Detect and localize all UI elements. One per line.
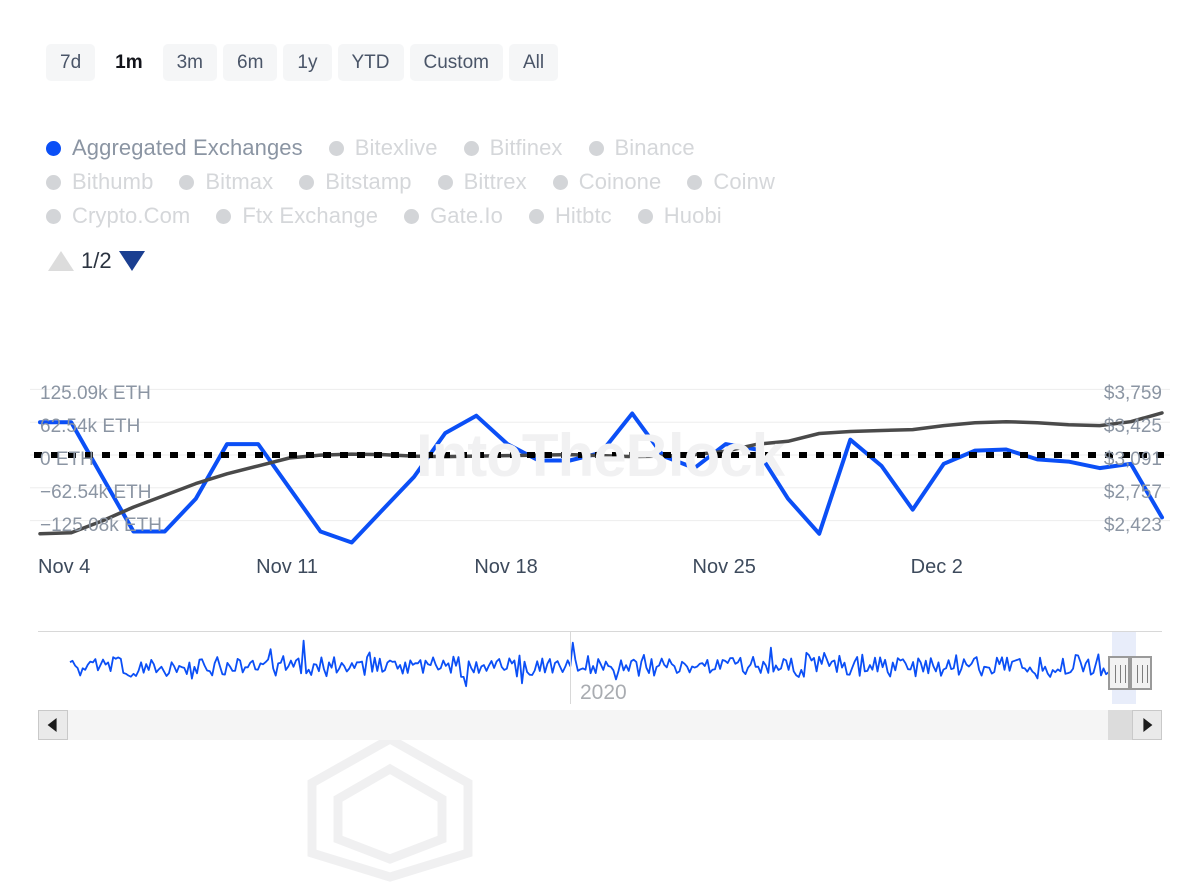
- legend-item-label: Binance: [615, 135, 695, 161]
- scroll-left-button[interactable]: [38, 710, 68, 740]
- range-button-3m[interactable]: 3m: [163, 44, 217, 81]
- scrollbar-track[interactable]: [38, 710, 1162, 740]
- legend-item-label: Coinone: [579, 169, 662, 195]
- x-axis-tick: Nov 4: [38, 556, 90, 579]
- legend-item-bitstamp[interactable]: Bitstamp: [299, 169, 411, 195]
- range-button-all[interactable]: All: [509, 44, 558, 81]
- range-button-1m[interactable]: 1m: [101, 44, 156, 81]
- legend-item-bitfinex[interactable]: Bitfinex: [464, 135, 563, 161]
- x-axis-tick: Nov 11: [256, 556, 318, 579]
- legend-dot-icon: [589, 141, 604, 156]
- legend-row: Crypto.Com Ftx Exchange Gate.Io Hitbtc Huobi: [46, 199, 1176, 233]
- navigator-year-label: 2020: [580, 681, 627, 705]
- y-axis-left: 125.09k ETH 62.54k ETH 0 ETH −62.54k ETH −12…: [40, 355, 260, 555]
- pager-up-icon[interactable]: [48, 251, 74, 271]
- legend-item-label: Gate.Io: [430, 203, 503, 229]
- legend-dot-icon: [529, 209, 544, 224]
- legend-dot-icon: [46, 175, 61, 190]
- legend-dot-icon: [329, 141, 344, 156]
- x-axis-tick: Nov 25: [693, 556, 756, 579]
- legend-dot-icon: [216, 209, 231, 224]
- legend-item-bithumb[interactable]: Bithumb: [46, 169, 153, 195]
- range-button-custom[interactable]: Custom: [410, 44, 503, 81]
- chevron-right-icon: [1143, 718, 1152, 732]
- y-axis-left-tick: 62.54k ETH: [40, 416, 140, 438]
- y-axis-left-tick: 0 ETH: [40, 449, 94, 471]
- x-axis-tick: Dec 2: [911, 556, 963, 579]
- legend-item-bitexlive[interactable]: Bitexlive: [329, 135, 438, 161]
- navigator-handle-left[interactable]: [1108, 656, 1130, 690]
- legend-item-hitbtc[interactable]: Hitbtc: [529, 203, 612, 229]
- legend-dot-icon: [404, 209, 419, 224]
- legend-dot-icon: [46, 141, 61, 156]
- legend-pager[interactable]: 1/2: [48, 248, 145, 274]
- legend-dot-icon: [638, 209, 653, 224]
- y-axis-left-tick: 125.09k ETH: [40, 383, 151, 405]
- legend-item-ftx-exchange[interactable]: Ftx Exchange: [216, 203, 378, 229]
- legend-dot-icon: [46, 209, 61, 224]
- legend-item-label: Hitbtc: [555, 203, 612, 229]
- legend-item-gate-io[interactable]: Gate.Io: [404, 203, 503, 229]
- legend-item-crypto-com[interactable]: Crypto.Com: [46, 203, 190, 229]
- legend-item-label: Bithumb: [72, 169, 153, 195]
- range-button-7d[interactable]: 7d: [46, 44, 95, 81]
- legend-dot-icon: [438, 175, 453, 190]
- range-button-ytd[interactable]: YTD: [338, 44, 404, 81]
- y-axis-right-tick: $2,757: [1104, 482, 1162, 504]
- horizontal-scrollbar[interactable]: [38, 710, 1162, 740]
- y-axis-right: $3,759 $3,425 $3,091 $2,757 $2,423: [942, 355, 1162, 555]
- legend-item-coinone[interactable]: Coinone: [553, 169, 662, 195]
- legend-item-label: Huobi: [664, 203, 722, 229]
- legend-item-bitmax[interactable]: Bitmax: [179, 169, 273, 195]
- time-range-selector[interactable]: 7d1m3m6m1yYTDCustomAll: [46, 44, 558, 81]
- legend-dot-icon: [687, 175, 702, 190]
- legend-item-label: Bitstamp: [325, 169, 411, 195]
- legend-item-label: Crypto.Com: [72, 203, 190, 229]
- legend-item-aggregated-exchanges[interactable]: Aggregated Exchanges: [46, 135, 303, 161]
- legend-item-coinw[interactable]: Coinw: [687, 169, 775, 195]
- legend-item-label: Ftx Exchange: [242, 203, 378, 229]
- legend-item-label: Bitfinex: [490, 135, 563, 161]
- chevron-left-icon: [48, 718, 57, 732]
- legend-item-label: Aggregated Exchanges: [72, 135, 303, 161]
- pager-label: 1/2: [79, 248, 114, 274]
- legend-item-label: Coinw: [713, 169, 775, 195]
- y-axis-left-tick: −125.08k ETH: [40, 515, 162, 537]
- legend-item-binance[interactable]: Binance: [589, 135, 695, 161]
- navigator-handle-right[interactable]: [1130, 656, 1152, 690]
- legend-dot-icon: [464, 141, 479, 156]
- y-axis-left-tick: −62.54k ETH: [40, 482, 151, 504]
- legend-item-bittrex[interactable]: Bittrex: [438, 169, 527, 195]
- y-axis-right-tick: $3,091: [1104, 449, 1162, 471]
- legend-dot-icon: [299, 175, 314, 190]
- range-button-6m[interactable]: 6m: [223, 44, 277, 81]
- scroll-right-button[interactable]: [1132, 710, 1162, 740]
- exchange-legend[interactable]: Aggregated Exchanges Bitexlive Bitfinex Bin…: [46, 131, 1176, 233]
- y-axis-right-tick: $3,425: [1104, 416, 1162, 438]
- range-button-1y[interactable]: 1y: [283, 44, 331, 81]
- x-axis-tick: Nov 18: [474, 556, 537, 579]
- legend-row: Aggregated Exchanges Bitexlive Bitfinex Bin…: [46, 131, 1176, 165]
- x-axis: Nov 4 Nov 11 Nov 18 Nov 25 Dec 2: [0, 556, 1200, 586]
- legend-item-huobi[interactable]: Huobi: [638, 203, 722, 229]
- y-axis-right-tick: $2,423: [1104, 515, 1162, 537]
- legend-item-label: Bitexlive: [355, 135, 438, 161]
- legend-item-label: Bittrex: [464, 169, 527, 195]
- navigator-year-divider: [570, 632, 571, 704]
- pager-down-icon[interactable]: [119, 251, 145, 271]
- legend-dot-icon: [553, 175, 568, 190]
- y-axis-right-tick: $3,759: [1104, 383, 1162, 405]
- legend-item-label: Bitmax: [205, 169, 273, 195]
- legend-row: Bithumb Bitmax Bitstamp Bittrex Coinone Coinw: [46, 165, 1176, 199]
- chart-page: 7d1m3m6m1yYTDCustomAll Aggregated Exchan…: [0, 0, 1200, 800]
- watermark-hex-icon: [300, 733, 480, 883]
- legend-dot-icon: [179, 175, 194, 190]
